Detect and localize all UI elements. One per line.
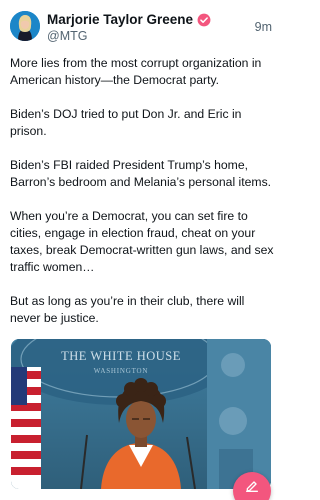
post-header: Marjorie Taylor Greene @MTG 9m bbox=[10, 11, 272, 45]
avatar[interactable] bbox=[10, 11, 40, 41]
post-paragraph: When you’re a Democrat, you can set fire… bbox=[10, 209, 274, 274]
post-timestamp[interactable]: 9m bbox=[255, 20, 272, 34]
post-media-image[interactable]: THE WHITE HOUSE WASHINGTON bbox=[11, 339, 271, 489]
verified-badge-icon bbox=[197, 13, 211, 26]
backdrop-text-2: WASHINGTON bbox=[94, 367, 149, 375]
author-name-row[interactable]: Marjorie Taylor Greene bbox=[47, 11, 211, 28]
post-paragraph: But as long as you’re in their club, the… bbox=[10, 294, 245, 325]
avatar-image bbox=[10, 11, 40, 41]
author-display-name[interactable]: Marjorie Taylor Greene bbox=[47, 12, 193, 27]
author-handle[interactable]: @MTG bbox=[47, 29, 87, 43]
backdrop-text-1: THE WHITE HOUSE bbox=[61, 349, 181, 363]
post-paragraph: Biden’s FBI raided President Trump’s hom… bbox=[10, 158, 272, 189]
compose-edit-icon bbox=[246, 481, 258, 492]
post-paragraph: Biden’s DOJ tried to put Don Jr. and Eri… bbox=[10, 107, 242, 138]
post-paragraph: More lies from the most corrupt organiza… bbox=[10, 56, 262, 87]
post-body: More lies from the most corrupt organiza… bbox=[10, 55, 276, 344]
press-briefing-image: THE WHITE HOUSE WASHINGTON bbox=[11, 339, 271, 489]
